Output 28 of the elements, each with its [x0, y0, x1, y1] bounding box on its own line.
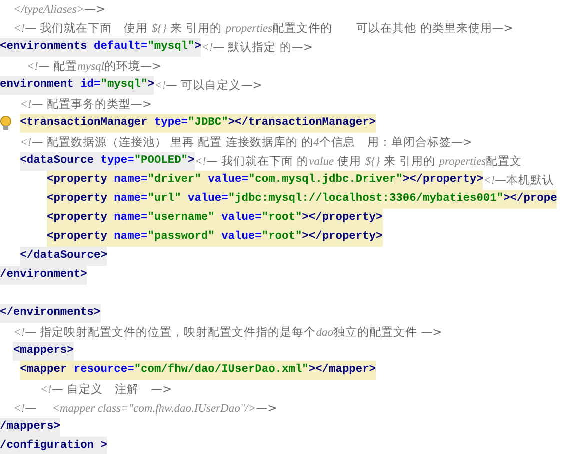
xml-tag: <transactionManager type="JDBC"></transactionManager> [20, 114, 376, 133]
code-comment: <!— 我们就在下面 的value 使用 ${} 来 引用的 properties配置文 [194, 152, 522, 170]
xml-tag: <environments default="mysql"> [0, 38, 202, 57]
xml-tag: <property name="driver" value="com.mysql.jdbc.Driver"></property> [47, 171, 484, 190]
xml-tag: environment id="mysql"> [0, 76, 154, 95]
xml-tag: <property name="url" value="jdbc:mysql://localhost:3306/mybaties001"></prope [47, 190, 558, 209]
code-comment: <!— 配置数据源（连接池） 里再 配置 连接数据库的 的4个信息 用：单闭合标签—> [20, 134, 472, 150]
code-comment: <!— 配置mysql的环境—> [26, 58, 162, 74]
lightbulb-icon[interactable] [0, 116, 12, 131]
code-comment: <!— 指定映射配置文件的位置，映射配置文件指的是每个dao独立的配置文件 —> [13, 324, 442, 340]
xml-tag: /environment> [0, 266, 88, 285]
code-comment: <!— 可以自定义—> [154, 76, 262, 94]
code-comment: <!— 自定义 注解 —> [40, 380, 172, 398]
code-comment: <!— 配置事务的类型—> [20, 96, 152, 112]
xml-tag: </environments> [0, 304, 101, 323]
xml-tag: </dataSource> [20, 247, 108, 266]
code-comment: <!— 默认指定 的—> [201, 38, 313, 56]
code-comment: <!—本机默认 [483, 172, 555, 188]
xml-tag: <property name="username" value="root"></property> [47, 209, 383, 228]
code-comment: <!— <mapper class="com.fhw.dao.IUserDao"/>—> [13, 400, 278, 416]
xml-tag: /configuration > [0, 437, 108, 454]
xml-tag: <mappers> [13, 342, 74, 361]
xml-tag: /mappers> [0, 418, 60, 437]
xml-tag: <mapper resource="com/fhw/dao/IUserDao.xml"></mapper> [20, 361, 376, 380]
code-comment: </typeAliases>—> [13, 0, 106, 18]
xml-tag: <dataSource type="POOLED"> [20, 152, 195, 171]
code-comment: <!— 我们就在下面 使用 ${} 来 引用的 properties配置文件的 可以在其他 的类里来使用—> [13, 20, 514, 36]
xml-tag: <property name="password" value="root"></property> [47, 228, 383, 247]
